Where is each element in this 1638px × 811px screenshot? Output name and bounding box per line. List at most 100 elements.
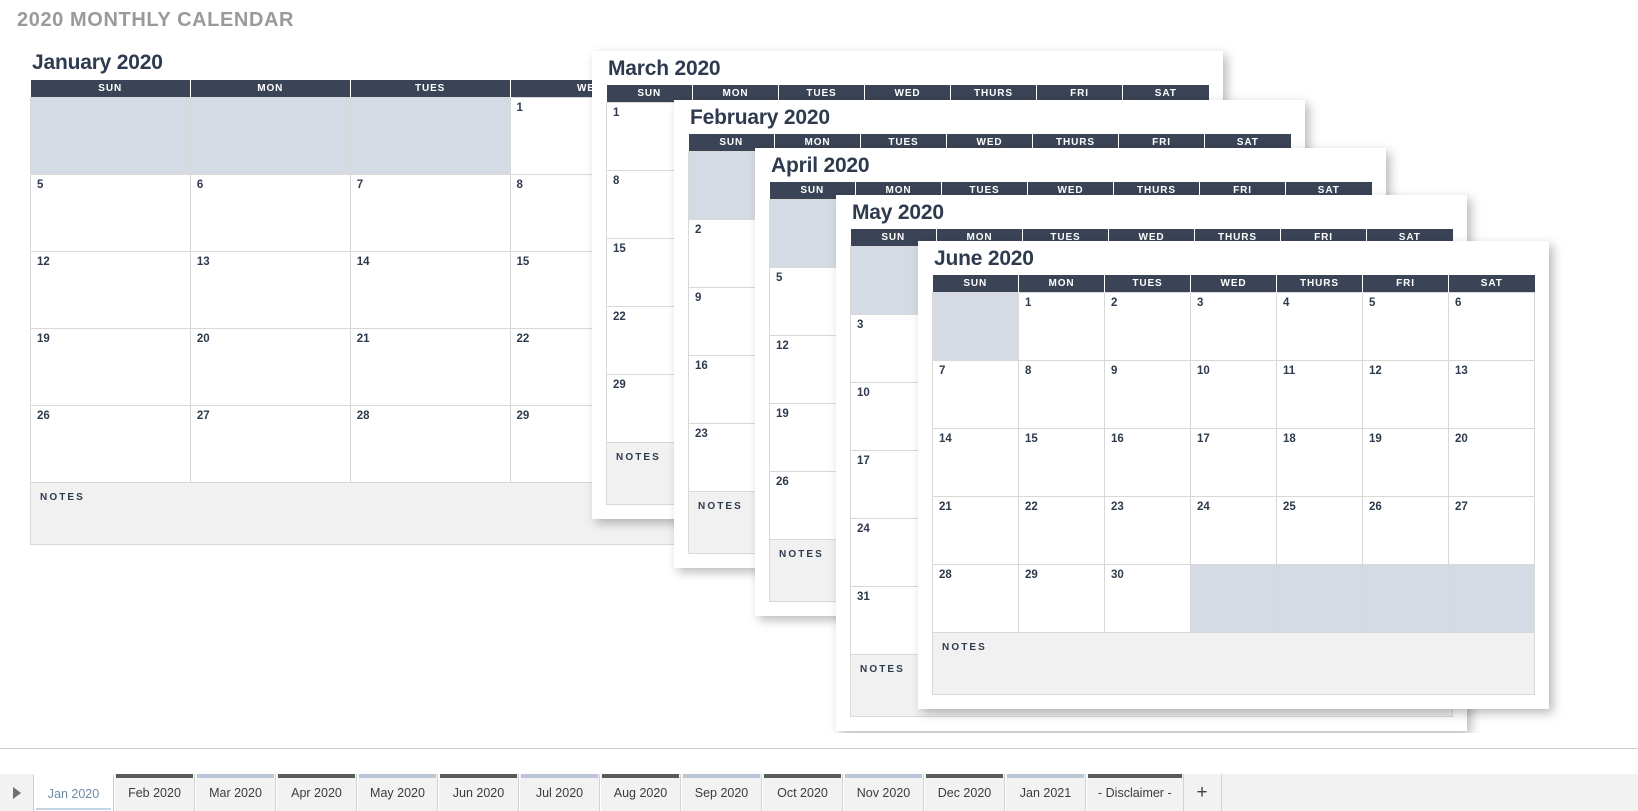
- calendar-day-cell[interactable]: 22: [1018, 495, 1105, 565]
- sheet-tab-jan-2020[interactable]: Jan 2020: [33, 774, 114, 811]
- sheet-tab-aug-2020[interactable]: Aug 2020: [600, 774, 681, 811]
- sheet-tab-jan-2021[interactable]: Jan 2021: [1005, 774, 1086, 811]
- workbook-title: 2020 MONTHLY CALENDAR: [17, 9, 295, 31]
- calendar-day-cell[interactable]: 13: [189, 250, 351, 329]
- calendar-day-cell[interactable]: 9: [1104, 359, 1191, 429]
- calendar-day-cell[interactable]: 19: [1362, 427, 1449, 497]
- calendar-day-cell[interactable]: 21: [349, 327, 511, 406]
- calendar-day-cell[interactable]: 6: [189, 173, 351, 252]
- calendar-month-title: February 2020: [690, 106, 830, 129]
- calendar-empty-cell[interactable]: [1276, 563, 1363, 633]
- calendar-day-cell[interactable]: 23: [1104, 495, 1191, 565]
- sheet-tab-jun-2020[interactable]: Jun 2020: [438, 774, 519, 811]
- horizontal-scrollbar-track[interactable]: [0, 733, 1638, 748]
- weekday-header-mon: MON: [190, 80, 351, 97]
- sheet-tab-may-2020[interactable]: May 2020: [357, 774, 438, 811]
- sheet-tab-oct-2020[interactable]: Oct 2020: [762, 774, 843, 811]
- calendar-day-cell[interactable]: 20: [1448, 427, 1535, 497]
- calendar-week-row: 123456: [932, 291, 1535, 361]
- calendar-day-cell[interactable]: 5: [1362, 291, 1449, 361]
- weekday-header-sat: SAT: [1448, 275, 1535, 292]
- sheet-tab-sep-2020[interactable]: Sep 2020: [681, 774, 762, 811]
- calendar-day-cell[interactable]: 5: [30, 173, 191, 252]
- calendar-empty-cell[interactable]: [1190, 563, 1277, 633]
- calendar-day-cell[interactable]: 29: [1018, 563, 1105, 633]
- calendar-panel-june: June 2020 SUN MON TUES WED THURS FRI SAT 1 2 3 4 5 6 7…: [918, 241, 1549, 709]
- calendar-day-cell[interactable]: 4: [1276, 291, 1363, 361]
- calendar-day-cell[interactable]: 8: [1018, 359, 1105, 429]
- sheet-tab-label: Mar 2020: [209, 786, 262, 800]
- calendar-empty-cell[interactable]: [1448, 563, 1535, 633]
- calendar-day-cell[interactable]: 30: [1104, 563, 1191, 633]
- add-sheet-button[interactable]: +: [1183, 774, 1222, 811]
- calendar-day-cell[interactable]: 3: [1190, 291, 1277, 361]
- calendar-empty-cell[interactable]: [349, 96, 511, 175]
- calendar-day-cell[interactable]: 12: [1362, 359, 1449, 429]
- calendar-day-cell[interactable]: 14: [932, 427, 1019, 497]
- sheet-tab-list: Jan 2020 Feb 2020 Mar 2020 Apr 2020 May 2020…: [0, 774, 1638, 811]
- calendar-day-cell[interactable]: 7: [349, 173, 511, 252]
- calendar-day-cell[interactable]: 26: [1362, 495, 1449, 565]
- calendar-day-cell[interactable]: 25: [1276, 495, 1363, 565]
- calendar-day-cell[interactable]: 13: [1448, 359, 1535, 429]
- sheet-tab-label: Jul 2020: [535, 786, 584, 800]
- calendar-week-row: 14 15 16 17 18 19 20: [932, 427, 1535, 497]
- sheet-tab-mar-2020[interactable]: Mar 2020: [195, 774, 276, 811]
- weekday-header-tues: TUES: [1104, 275, 1191, 292]
- sheet-tab-bar: Jan 2020 Feb 2020 Mar 2020 Apr 2020 May 2020…: [0, 748, 1638, 811]
- sheet-tab-label: Sep 2020: [694, 786, 749, 800]
- calendar-empty-cell[interactable]: [932, 291, 1019, 361]
- calendar-day-cell[interactable]: 17: [1190, 427, 1277, 497]
- sheet-tab-color-strip: [440, 774, 517, 778]
- calendar-day-cell[interactable]: 28: [932, 563, 1019, 633]
- calendar-day-cell[interactable]: 26: [30, 404, 191, 483]
- sheet-tab-nov-2020[interactable]: Nov 2020: [843, 774, 924, 811]
- calendar-day-cell[interactable]: 12: [30, 250, 191, 329]
- sheet-tab-jul-2020[interactable]: Jul 2020: [519, 774, 600, 811]
- weekday-header-mon: MON: [1018, 275, 1105, 292]
- calendar-day-cell[interactable]: 6: [1448, 291, 1535, 361]
- weekday-header-row: SUNMONTUESWEDTHURSFRISAT: [932, 275, 1535, 292]
- calendar-notes-label: NOTES: [616, 451, 661, 463]
- sheet-tab-color-strip: [1007, 774, 1084, 778]
- calendar-day-cell[interactable]: 10: [1190, 359, 1277, 429]
- sheet-tab-color-strip: [521, 774, 598, 778]
- sheet-tab-apr-2020[interactable]: Apr 2020: [276, 774, 357, 811]
- calendar-notes-area[interactable]: NOTES: [932, 632, 1535, 695]
- weekday-header-sun: SUN: [932, 275, 1019, 292]
- calendar-day-cell[interactable]: 27: [1448, 495, 1535, 565]
- calendar-empty-cell[interactable]: [1362, 563, 1449, 633]
- sheet-tab-label: Jan 2020: [47, 786, 100, 801]
- calendar-day-cell[interactable]: 1: [1018, 291, 1105, 361]
- sheet-tab-disclaimer[interactable]: - Disclaimer -: [1086, 774, 1184, 811]
- calendar-day-cell[interactable]: 21: [932, 495, 1019, 565]
- calendar-day-cell[interactable]: 14: [349, 250, 511, 329]
- panel-bottom-padding: [836, 717, 1467, 731]
- calendar-day-cell[interactable]: 19: [30, 327, 191, 406]
- calendar-day-cell[interactable]: 15: [1018, 427, 1105, 497]
- sheet-tab-label: Jan 2021: [1019, 786, 1072, 800]
- calendar-empty-cell[interactable]: [30, 96, 191, 175]
- sheet-tab-color-strip: [683, 774, 760, 778]
- sheet-tab-empty-space: [1221, 774, 1638, 811]
- calendar-empty-cell[interactable]: [189, 96, 351, 175]
- sheet-tab-scroll-right-button[interactable]: [0, 774, 33, 811]
- sheet-tab-feb-2020[interactable]: Feb 2020: [114, 774, 195, 811]
- calendar-day-cell[interactable]: 16: [1104, 427, 1191, 497]
- sheet-tab-color-strip: [602, 774, 679, 778]
- sheet-tab-dec-2020[interactable]: Dec 2020: [924, 774, 1005, 811]
- calendar-day-cell[interactable]: 27: [189, 404, 351, 483]
- sheet-tab-label: May 2020: [370, 786, 425, 800]
- sheet-tab-color-strip: [359, 774, 436, 778]
- calendar-day-cell[interactable]: 20: [189, 327, 351, 406]
- sheet-tab-label: Oct 2020: [777, 786, 828, 800]
- calendar-day-cell[interactable]: 24: [1190, 495, 1277, 565]
- calendar-day-cell[interactable]: 11: [1276, 359, 1363, 429]
- spreadsheet-canvas: 2020 MONTHLY CALENDAR January 2020 SUN MON…: [0, 0, 1638, 811]
- sheet-tab-label: Nov 2020: [856, 786, 911, 800]
- calendar-day-cell[interactable]: 18: [1276, 427, 1363, 497]
- calendar-day-cell[interactable]: 28: [349, 404, 511, 483]
- calendar-day-cell[interactable]: 7: [932, 359, 1019, 429]
- sheet-tab-color-strip: [1088, 774, 1182, 778]
- calendar-day-cell[interactable]: 2: [1104, 291, 1191, 361]
